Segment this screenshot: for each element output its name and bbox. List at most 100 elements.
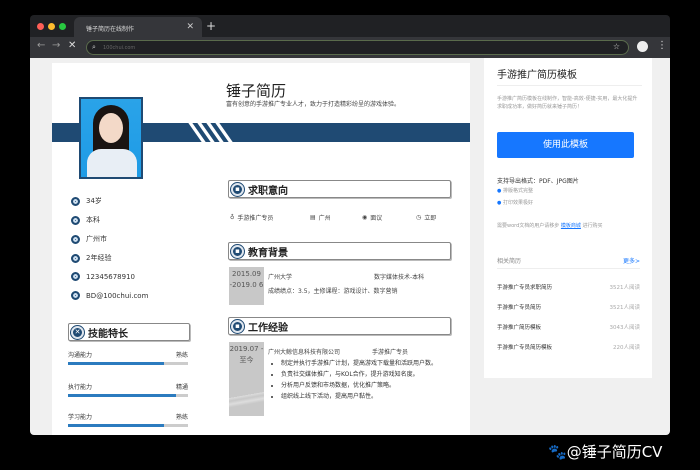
info-experience: 2年经验	[71, 253, 111, 263]
minimize-window-button[interactable]	[48, 23, 55, 30]
work-role: 手游推广专员	[372, 349, 409, 356]
related-item-title[interactable]: 手游推广专员求职简历	[497, 283, 552, 291]
intent-city: ▤ 广州	[310, 213, 331, 222]
info-text: 12345678910	[86, 272, 135, 281]
forward-icon[interactable]: →	[52, 40, 60, 51]
related-item-reads: 220人阅读	[613, 345, 640, 351]
related-item[interactable]: 手游推广简历模板 3043人阅读	[497, 323, 640, 331]
education-icon	[71, 215, 80, 225]
url-text: 100chui.com	[103, 45, 136, 51]
watermark: 🐾@锤子简历CV	[548, 441, 662, 462]
intent-availability: ◷ 立即	[416, 213, 436, 222]
work-company: 广州大鲸信息科技有限公司	[268, 349, 341, 356]
info-phone: 12345678910	[71, 272, 135, 281]
page-content: 锤子简历 富有创意的手游推广专业人才，致力于打造精彩纷呈的游戏体验。 34岁 本…	[30, 58, 670, 435]
new-tab-button[interactable]: +	[206, 19, 216, 33]
stop-loading-icon[interactable]: ✕	[68, 40, 76, 51]
intent-salary: ◉ 面议	[362, 213, 382, 222]
duty-item: 组织线上线下活动，提高用户黏性。	[281, 391, 469, 402]
related-title: 相关简历	[497, 258, 522, 265]
duty-item: 分析用户反馈和市场数据，优化推广策略。	[281, 380, 469, 391]
more-link[interactable]: 更多>	[623, 256, 640, 265]
intent-text: 立即	[424, 215, 437, 222]
skill-level: 精通	[175, 384, 188, 391]
info-text: 2年经验	[86, 254, 112, 262]
education-major: 数字媒体技术-本科	[374, 274, 425, 281]
info-email: BD@100chui.com	[71, 291, 148, 300]
feature-text: 打印效果极好	[502, 200, 533, 206]
info-location: 广州市	[71, 234, 107, 244]
intent-text: 面议	[370, 215, 383, 222]
clock-icon: ◷	[416, 214, 422, 221]
word-note: 需要word文档的用户请移步 模板商城 进行购买	[497, 222, 603, 229]
related-item-reads: 3521人阅读	[609, 285, 641, 291]
related-item-title[interactable]: 手游推广专员简历	[497, 303, 541, 311]
tools-icon: ✕	[71, 325, 84, 339]
duty-item: 制定并执行手游推广计划，提高游戏下载量和活跃用户数。	[281, 358, 469, 369]
profile-photo	[79, 97, 143, 179]
resume-tagline: 富有创意的手游推广专业人才，致力于打造精彩纷呈的游戏体验。	[226, 101, 401, 108]
salary-icon: ◉	[362, 214, 368, 221]
age-icon	[71, 196, 80, 206]
template-description: 手游推广简历模板在线制作，智能-高效-便捷-实用，最大化提升求职成功率，做好简历…	[497, 96, 638, 110]
resume-preview: 锤子简历 富有创意的手游推广专业人才，致力于打造精彩纷呈的游戏体验。 34岁 本…	[52, 63, 470, 435]
info-text: BD@100chui.com	[86, 291, 149, 300]
work-header: ▪ 工作经验	[228, 317, 451, 335]
education-icon: ▪	[231, 244, 244, 258]
template-sidebar: 手游推广简历模板 手游推广简历模板在线制作，智能-高效-便捷-实用，最大化提升求…	[484, 58, 652, 378]
template-mall-link[interactable]: 模板商城	[561, 223, 581, 229]
related-item-title[interactable]: 手游推广专员简历模板	[497, 343, 552, 351]
related-item[interactable]: 手游推广专员简历 3521人阅读	[497, 303, 640, 311]
email-icon	[71, 291, 80, 300]
skill-item: 执行能力 精通	[68, 382, 188, 397]
position-icon: ♁	[230, 214, 235, 221]
feature-item: ● 打印效果极好	[497, 200, 533, 206]
back-icon[interactable]: ←	[37, 40, 45, 51]
section-title: 求职意向	[248, 185, 288, 197]
browser-window: 锤子简历在线制作 ✕ + ← → ✕ ⌕ 100chui.com ☆ ⋮ 锤子简历 富…	[30, 15, 670, 435]
note-text: 需要word文档的用户请移步	[497, 223, 560, 229]
briefcase-icon: ▪	[231, 319, 244, 333]
info-text: 广州市	[86, 235, 107, 243]
feature-text: 排版格式完整	[502, 188, 533, 194]
export-formats: 支持导出格式：PDF、JPG图片	[497, 178, 579, 185]
education-header: ▪ 教育背景	[228, 242, 451, 260]
intent-header: ▪ 求职意向	[228, 180, 451, 198]
maximize-window-button[interactable]	[59, 23, 66, 30]
related-item-title[interactable]: 手游推广简历模板	[497, 323, 541, 331]
skill-name: 沟通能力	[68, 352, 93, 359]
template-title: 手游推广简历模板	[497, 70, 577, 81]
city-icon: ▤	[310, 214, 316, 221]
skill-level: 熟练	[175, 352, 188, 359]
related-item[interactable]: 手游推广专员求职简历 3521人阅读	[497, 283, 640, 291]
bookmark-star-icon[interactable]: ☆	[613, 42, 620, 51]
browser-tab[interactable]: 锤子简历在线制作 ✕	[74, 17, 202, 39]
skill-bar	[68, 362, 188, 365]
paw-logo-icon: 🐾	[548, 443, 567, 461]
work-date: 2019.07 -至今	[229, 342, 264, 416]
address-bar[interactable]: ⌕ 100chui.com ☆	[86, 40, 629, 55]
info-text: 34岁	[86, 197, 102, 205]
skill-item: 学习能力 熟练	[68, 412, 188, 427]
education-date: 2015.09 -2019.0 6	[229, 267, 264, 305]
education-school: 广州大学	[268, 274, 293, 281]
menu-kebab-icon[interactable]: ⋮	[657, 40, 667, 51]
related-item-reads: 3043人阅读	[609, 325, 641, 331]
use-template-button[interactable]: 使用此模板	[497, 132, 634, 158]
info-age: 34岁	[71, 196, 102, 206]
close-window-button[interactable]	[37, 23, 44, 30]
tab-title: 锤子简历在线制作	[86, 26, 135, 33]
skill-bar	[68, 424, 188, 427]
close-tab-icon[interactable]: ✕	[186, 22, 194, 32]
related-item-reads: 3521人阅读	[609, 305, 641, 311]
resume-name: 锤子简历	[226, 82, 287, 100]
profile-avatar-icon[interactable]	[637, 41, 648, 52]
intent-position: ♁ 手游推广专员	[230, 213, 273, 222]
skill-name: 执行能力	[68, 384, 93, 391]
related-item[interactable]: 手游推广专员简历模板 220人阅读	[497, 343, 640, 351]
experience-icon	[71, 253, 80, 263]
skill-item: 沟通能力 熟练	[68, 350, 188, 365]
related-header: 相关简历 更多>	[497, 256, 640, 265]
skills-header: ✕ 技能特长	[68, 323, 190, 341]
skill-bar	[68, 394, 188, 397]
